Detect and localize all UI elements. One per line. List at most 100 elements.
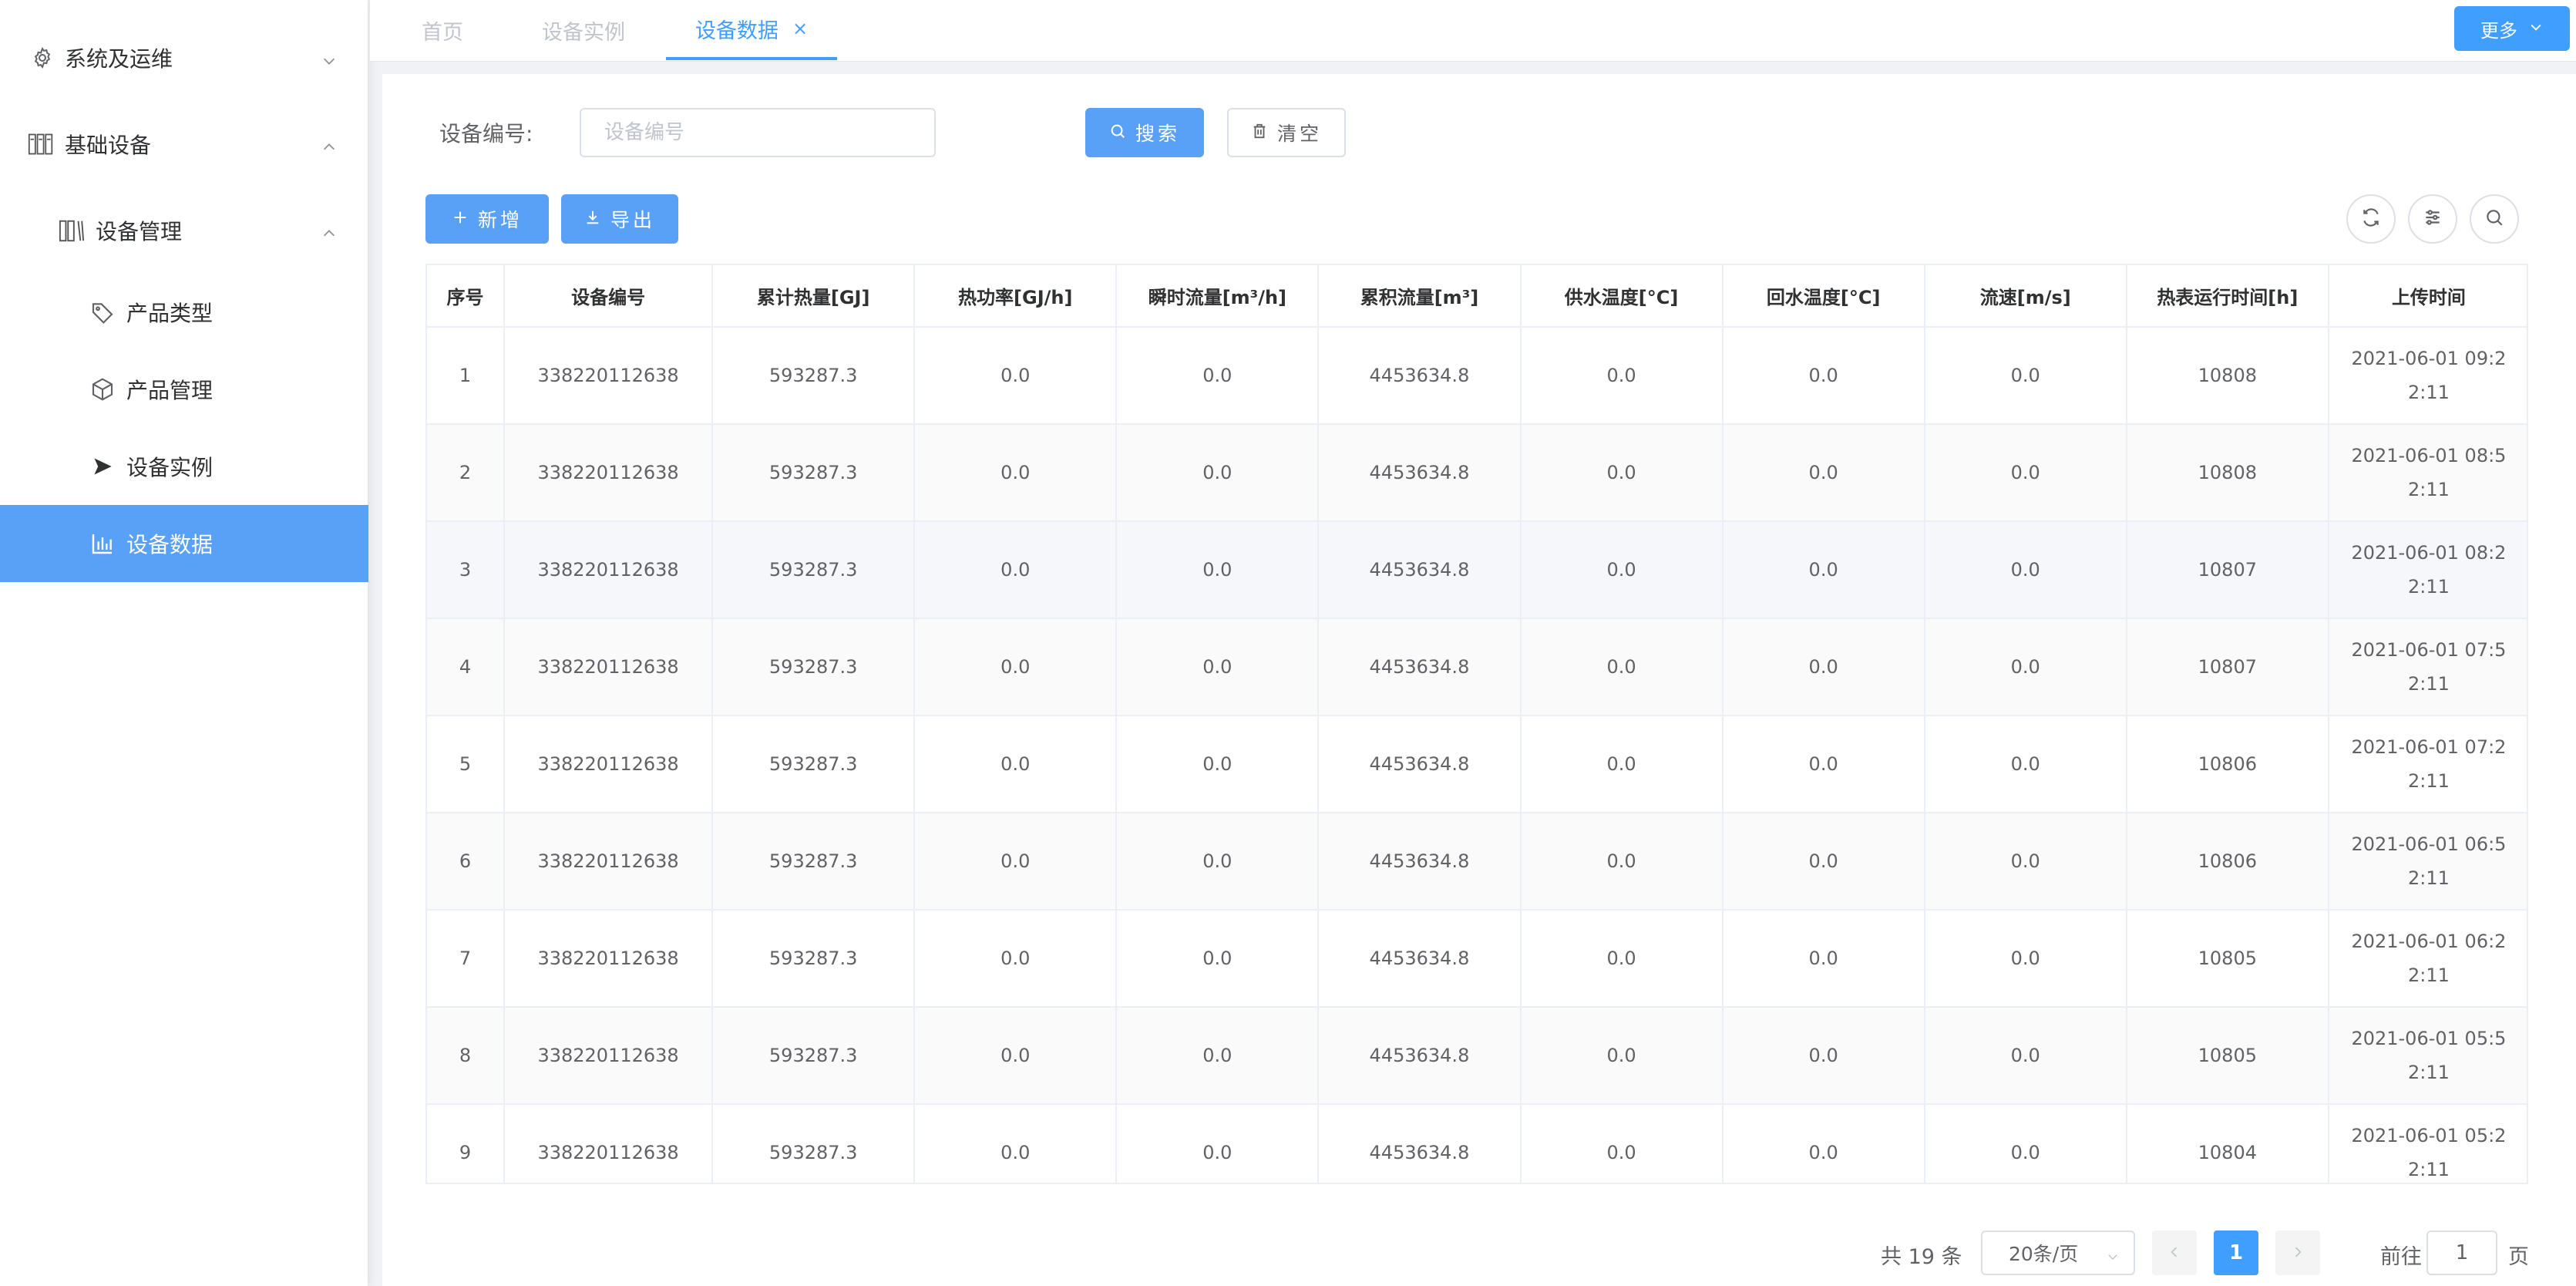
table-cell: 8	[427, 1007, 506, 1105]
table-cell: 7	[427, 910, 506, 1008]
table-cell: 0.0	[914, 521, 1118, 619]
sidebar-item-label: 产品管理	[126, 378, 214, 403]
sidebar: 系统及运维 基础设备 设备管理 产品类型 产品管理 设备实例 设备数据	[0, 0, 368, 1286]
chevron-down-icon	[321, 49, 338, 66]
column-header: 累积流量[m³]	[1318, 265, 1522, 328]
goto-label: 前往	[2380, 1245, 2422, 1269]
sidebar-item-system-ops[interactable]: 系统及运维	[0, 19, 368, 96]
table-cell: 6	[427, 813, 506, 911]
add-button-label: 新增	[477, 209, 523, 231]
table-cell: 4453634.8	[1318, 1007, 1522, 1105]
table-cell: 0.0	[1520, 1007, 1723, 1105]
table-cell: 4453634.8	[1318, 424, 1522, 522]
table-cell: 2021-06-01 07:52:11	[2328, 618, 2527, 716]
table-cell: 10806	[2126, 715, 2329, 813]
table-cell: 4	[427, 618, 506, 716]
chevron-down-icon	[2106, 1246, 2120, 1268]
next-page-button[interactable]	[2275, 1230, 2320, 1275]
box-icon	[89, 376, 116, 402]
sidebar-item-product-types[interactable]: 产品类型	[0, 274, 368, 351]
sidebar-item-label: 设备管理	[96, 219, 183, 244]
table-row[interactable]: 9 338220112638 593287.3 0.0 0.0 4453634.8 0.0 0…	[427, 1104, 2527, 1183]
tab-device-instances[interactable]: 设备实例	[526, 0, 641, 60]
table-row[interactable]: 5 338220112638 593287.3 0.0 0.0 4453634.8 0.0 0…	[427, 715, 2527, 813]
main-content: 设备编号: 搜索 清空 新增 导出	[382, 74, 2576, 1286]
clear-button-label: 清空	[1276, 123, 1322, 145]
table-cell: 593287.3	[712, 715, 916, 813]
device-number-input[interactable]	[580, 108, 936, 157]
table-cell: 0.0	[1722, 813, 1925, 911]
table-cell: 0.0	[1722, 424, 1925, 522]
search-icon	[1109, 122, 1126, 144]
export-button[interactable]: 导出	[561, 194, 678, 244]
send-icon	[89, 453, 116, 480]
table-row[interactable]: 7 338220112638 593287.3 0.0 0.0 4453634.8 0.0 0…	[427, 910, 2527, 1008]
more-button[interactable]: 更多	[2454, 6, 2570, 51]
table-cell: 0.0	[1722, 910, 1925, 1008]
table-cell: 0.0	[1116, 327, 1320, 425]
table-cell: 4453634.8	[1318, 813, 1522, 911]
column-header: 热功率[GJ/h]	[914, 265, 1118, 328]
table-cell: 10807	[2126, 618, 2329, 716]
table-cell: 0.0	[1924, 618, 2127, 716]
sidebar-item-basic-devices[interactable]: 基础设备	[0, 106, 368, 183]
table-cell: 0.0	[1520, 813, 1723, 911]
table-cell: 10805	[2126, 910, 2329, 1008]
tab-home[interactable]: 首页	[404, 0, 481, 60]
table-cell: 0.0	[1722, 327, 1925, 425]
device-data-table: 序号 设备编号 累计热量[GJ] 热功率[GJ/h] 瞬时流量[m³/h] 累积…	[425, 264, 2528, 1184]
goto-page-input[interactable]	[2426, 1230, 2497, 1275]
close-icon[interactable]: ×	[792, 18, 808, 39]
table-row[interactable]: 2 338220112638 593287.3 0.0 0.0 4453634.8 0.0 0…	[427, 424, 2527, 522]
table-cell: 0.0	[914, 715, 1118, 813]
toggle-search-button[interactable]	[2470, 194, 2519, 244]
tab-label: 首页	[422, 20, 463, 45]
prev-page-button[interactable]	[2152, 1230, 2197, 1275]
table-cell: 0.0	[1924, 424, 2127, 522]
sidebar-item-device-data[interactable]: 设备数据	[0, 505, 368, 582]
page-number-current[interactable]: 1	[2214, 1230, 2258, 1275]
table-cell: 2021-06-01 08:22:11	[2328, 521, 2527, 619]
table-cell: 338220112638	[504, 910, 714, 1008]
bar-chart-icon	[89, 530, 116, 557]
table-cell: 0.0	[1924, 813, 2127, 911]
table-row[interactable]: 3 338220112638 593287.3 0.0 0.0 4453634.8 0.0 0…	[427, 521, 2527, 619]
table-row[interactable]: 1 338220112638 593287.3 0.0 0.0 4453634.8 0.0 0…	[427, 327, 2527, 425]
table-cell: 0.0	[1924, 1007, 2127, 1105]
table-cell: 2021-06-01 09:22:11	[2328, 327, 2527, 425]
search-button[interactable]: 搜索	[1085, 108, 1204, 157]
table-cell: 0.0	[1722, 521, 1925, 619]
column-header: 供水温度[°C]	[1520, 265, 1723, 328]
total-count: 共 19 条	[1881, 1245, 1962, 1269]
table-cell: 593287.3	[712, 813, 916, 911]
table-row[interactable]: 8 338220112638 593287.3 0.0 0.0 4453634.8 0.0 0…	[427, 1007, 2527, 1105]
sidebar-item-device-instances[interactable]: 设备实例	[0, 428, 368, 505]
table-row[interactable]: 4 338220112638 593287.3 0.0 0.0 4453634.8 0.0 0…	[427, 618, 2527, 716]
table-cell: 338220112638	[504, 327, 714, 425]
table-cell: 3	[427, 521, 506, 619]
table-cell: 10808	[2126, 327, 2329, 425]
column-settings-button[interactable]	[2408, 194, 2457, 244]
page-size-select[interactable]: 20条/页	[1981, 1230, 2135, 1275]
sidebar-item-label: 产品类型	[126, 301, 214, 326]
table-header: 序号 设备编号 累计热量[GJ] 热功率[GJ/h] 瞬时流量[m³/h] 累积…	[427, 265, 2527, 328]
table-cell: 5	[427, 715, 506, 813]
add-button[interactable]: 新增	[425, 194, 549, 244]
table-cell: 2021-06-01 06:22:11	[2328, 910, 2527, 1008]
table-cell: 4453634.8	[1318, 1104, 1522, 1183]
sidebar-item-device-management[interactable]: 设备管理	[0, 192, 368, 269]
table-row[interactable]: 6 338220112638 593287.3 0.0 0.0 4453634.8 0.0 0…	[427, 813, 2527, 911]
plus-icon	[452, 208, 469, 231]
table-cell: 593287.3	[712, 1007, 916, 1105]
table-cell: 0.0	[1722, 1104, 1925, 1183]
sidebar-item-product-management[interactable]: 产品管理	[0, 351, 368, 428]
page-suffix-label: 页	[2508, 1245, 2529, 1269]
table-cell: 0.0	[1722, 618, 1925, 716]
refresh-button[interactable]	[2346, 194, 2396, 244]
table-cell: 2021-06-01 05:52:11	[2328, 1007, 2527, 1105]
tab-device-data[interactable]: 设备数据 ×	[666, 0, 837, 60]
page-size-value: 20条/页	[2009, 1243, 2079, 1265]
table-cell: 10807	[2126, 521, 2329, 619]
clear-button[interactable]: 清空	[1227, 108, 1346, 157]
table-cell: 593287.3	[712, 910, 916, 1008]
